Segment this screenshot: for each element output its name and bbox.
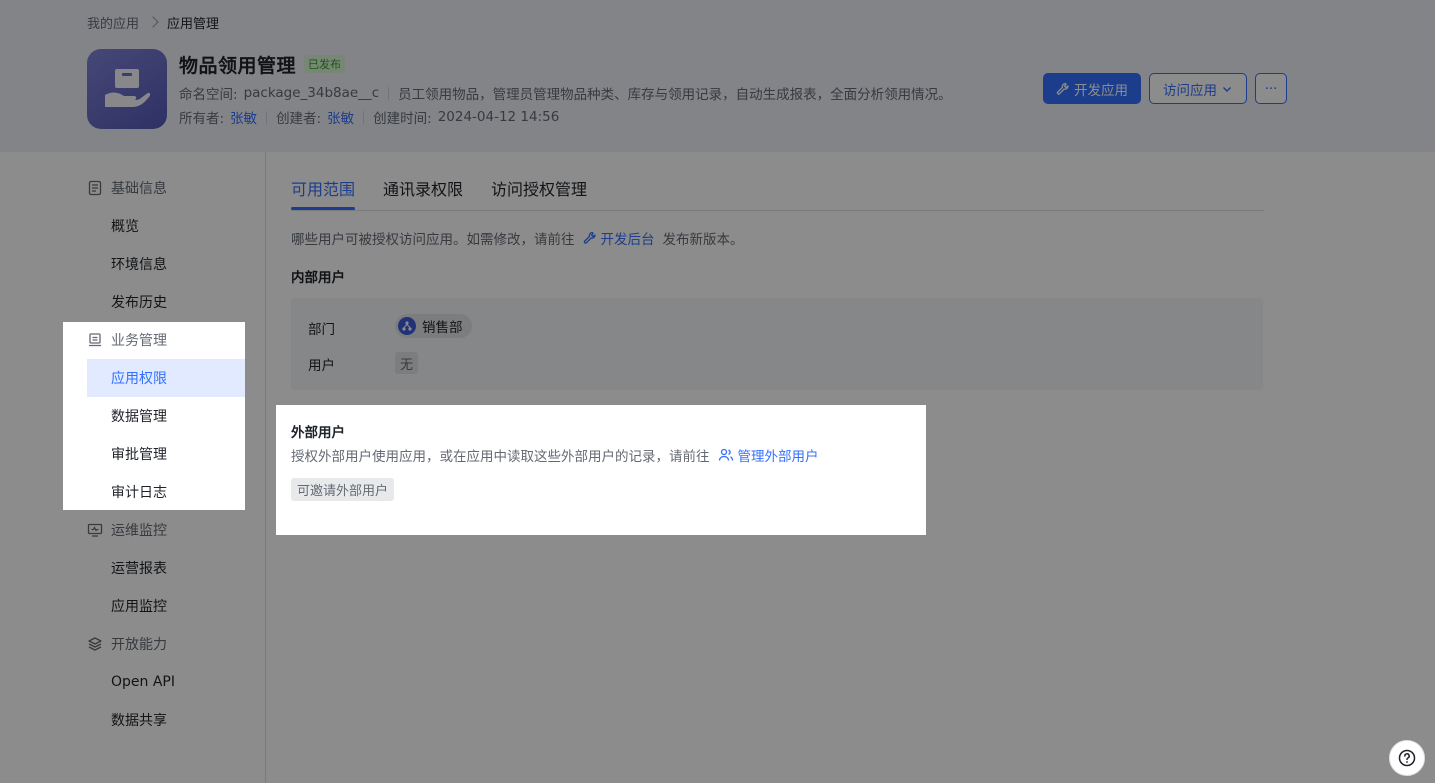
- sidebar-item-approval[interactable]: 审批管理: [87, 435, 245, 473]
- sidebar-item-label: 数据管理: [111, 409, 167, 425]
- owner-label: 所有者:: [179, 111, 225, 127]
- develop-app-button[interactable]: 开发应用: [1043, 73, 1141, 104]
- creator-link[interactable]: 张敏: [327, 107, 354, 127]
- sidebar-group-label: 开放能力: [111, 637, 167, 653]
- app-meta-people: 所有者: 张敏 创建者: 张敏 创建时间: 2024-04-12 14:56: [179, 107, 559, 127]
- manage-external-users-link[interactable]: 管理外部用户: [718, 445, 819, 465]
- sidebar-item-overview[interactable]: 概览: [87, 207, 245, 245]
- app-icon: [87, 49, 167, 129]
- monitor-icon: [87, 523, 103, 537]
- breadcrumb-my-apps[interactable]: 我的应用: [87, 13, 139, 32]
- internal-users-title: 内部用户: [291, 270, 345, 286]
- users-icon: [718, 448, 733, 461]
- sidebar-group-ops: 运维监控: [87, 519, 167, 541]
- sidebar-group-basic: 基础信息: [87, 177, 167, 199]
- tab-access-authorization[interactable]: 访问授权管理: [491, 176, 587, 200]
- app-title: 物品领用管理: [179, 54, 297, 77]
- document-icon: [88, 180, 102, 196]
- sidebar-group-label: 业务管理: [111, 333, 167, 349]
- visit-app-label: 访问应用: [1163, 82, 1217, 99]
- created-time: 2024-04-12 14:56: [437, 109, 560, 125]
- visit-app-button[interactable]: 访问应用: [1149, 73, 1247, 104]
- external-users-card: [276, 405, 926, 535]
- meta-divider: [363, 110, 365, 124]
- layers-icon: [88, 637, 102, 651]
- sidebar-item-label: 发布历史: [111, 295, 167, 311]
- sidebar-group-open: 开放能力: [87, 633, 167, 655]
- invite-external-users-tag: 可邀请外部用户: [291, 478, 395, 501]
- tab-bar: 可用范围 通讯录权限 访问授权管理: [291, 164, 1264, 211]
- sidebar-group-label: 基础信息: [111, 181, 167, 197]
- dev-console-link-label: 开发后台: [600, 232, 655, 248]
- availability-description: 哪些用户可被授权访问应用。如需修改，请前往 开发后台 发布新版本。: [291, 228, 744, 248]
- sidebar-item-label: 应用权限: [111, 371, 167, 387]
- sidebar-item-label: 应用监控: [111, 599, 167, 615]
- namespace-label: 命名空间:: [179, 87, 238, 103]
- user-none-tag: 无: [395, 352, 419, 374]
- external-users-title: 外部用户: [291, 425, 345, 441]
- help-icon: [1398, 749, 1416, 767]
- app-meta-namespace: 命名空间: package_34b8ae__c 员工领用物品，管理员管理物品种类…: [179, 83, 952, 103]
- help-button[interactable]: [1389, 740, 1425, 776]
- department-chip: 销售部: [395, 314, 472, 338]
- sidebar-item-label: 概览: [111, 219, 139, 235]
- org-icon: [402, 321, 412, 331]
- owner-link[interactable]: 张敏: [230, 107, 257, 127]
- sidebar-group-label: 运维监控: [111, 523, 167, 539]
- sidebar-item-data-sharing[interactable]: 数据共享: [87, 701, 245, 739]
- sidebar-item-label: 环境信息: [111, 257, 167, 273]
- dev-console-link[interactable]: 开发后台: [583, 228, 655, 248]
- sidebar-item-label: Open API: [111, 674, 175, 690]
- user-label: 用户: [308, 358, 335, 374]
- meta-divider: [266, 110, 268, 124]
- wrench-icon: [1056, 82, 1069, 95]
- sidebar-item-open-api[interactable]: Open API: [87, 663, 245, 701]
- description-suffix: 发布新版本。: [662, 232, 744, 248]
- sidebar-item-label: 运营报表: [111, 561, 167, 577]
- business-icon: [89, 333, 101, 347]
- hand-box-icon: [105, 69, 151, 107]
- meta-divider: [388, 86, 390, 100]
- wrench-icon: [583, 231, 596, 244]
- creator-label: 创建者:: [276, 111, 322, 127]
- sidebar-item-environment[interactable]: 环境信息: [87, 245, 245, 283]
- external-description-text: 授权外部用户使用应用，或在应用中读取这些外部用户的记录，请前往: [291, 449, 710, 465]
- sidebar-item-data-management[interactable]: 数据管理: [87, 397, 245, 435]
- breadcrumb: 我的应用 应用管理: [87, 12, 219, 32]
- develop-app-label: 开发应用: [1074, 82, 1128, 99]
- app-header: 我的应用 应用管理 物品领用管理 已发布 命名空间: package_34b8a…: [0, 0, 1435, 152]
- sidebar-item-app-permissions[interactable]: 应用权限: [87, 359, 245, 397]
- sidebar-item-ops-report[interactable]: 运营报表: [87, 549, 245, 587]
- department-name: 销售部: [422, 320, 463, 336]
- active-tab-indicator: [291, 207, 355, 210]
- chevron-right-icon: [147, 16, 159, 28]
- more-button[interactable]: ···: [1255, 73, 1287, 104]
- created-label: 创建时间:: [373, 111, 432, 127]
- sidebar-item-label: 数据共享: [111, 713, 167, 729]
- sidebar-item-audit-log[interactable]: 审计日志: [87, 473, 245, 511]
- more-icon: ···: [1264, 80, 1278, 97]
- external-users-description: 授权外部用户使用应用，或在应用中读取这些外部用户的记录，请前往 管理外部用户: [291, 445, 819, 465]
- internal-users-panel: 部门 销售部 用户 无: [291, 298, 1263, 390]
- chevron-down-icon: [1223, 86, 1231, 92]
- description-text: 哪些用户可被授权访问应用。如需修改，请前往: [291, 232, 575, 248]
- sidebar-item-release-history[interactable]: 发布历史: [87, 283, 245, 321]
- sidebar-item-label: 审批管理: [111, 447, 167, 463]
- tab-contacts-permission[interactable]: 通讯录权限: [383, 176, 463, 200]
- department-label: 部门: [308, 322, 335, 338]
- department-avatar: [398, 317, 416, 335]
- manage-external-users-label: 管理外部用户: [737, 449, 819, 465]
- namespace-value: package_34b8ae__c: [243, 85, 380, 101]
- breadcrumb-current: 应用管理: [167, 16, 220, 32]
- status-badge: 已发布: [304, 55, 346, 73]
- sidebar-item-label: 审计日志: [111, 485, 167, 501]
- sidebar-item-app-monitor[interactable]: 应用监控: [87, 587, 245, 625]
- tab-availability[interactable]: 可用范围: [291, 176, 355, 200]
- app-description: 员工领用物品，管理员管理物品种类、库存与领用记录，自动生成报表，全面分析领用情况…: [398, 87, 952, 103]
- sidebar-group-business: 业务管理: [87, 329, 167, 351]
